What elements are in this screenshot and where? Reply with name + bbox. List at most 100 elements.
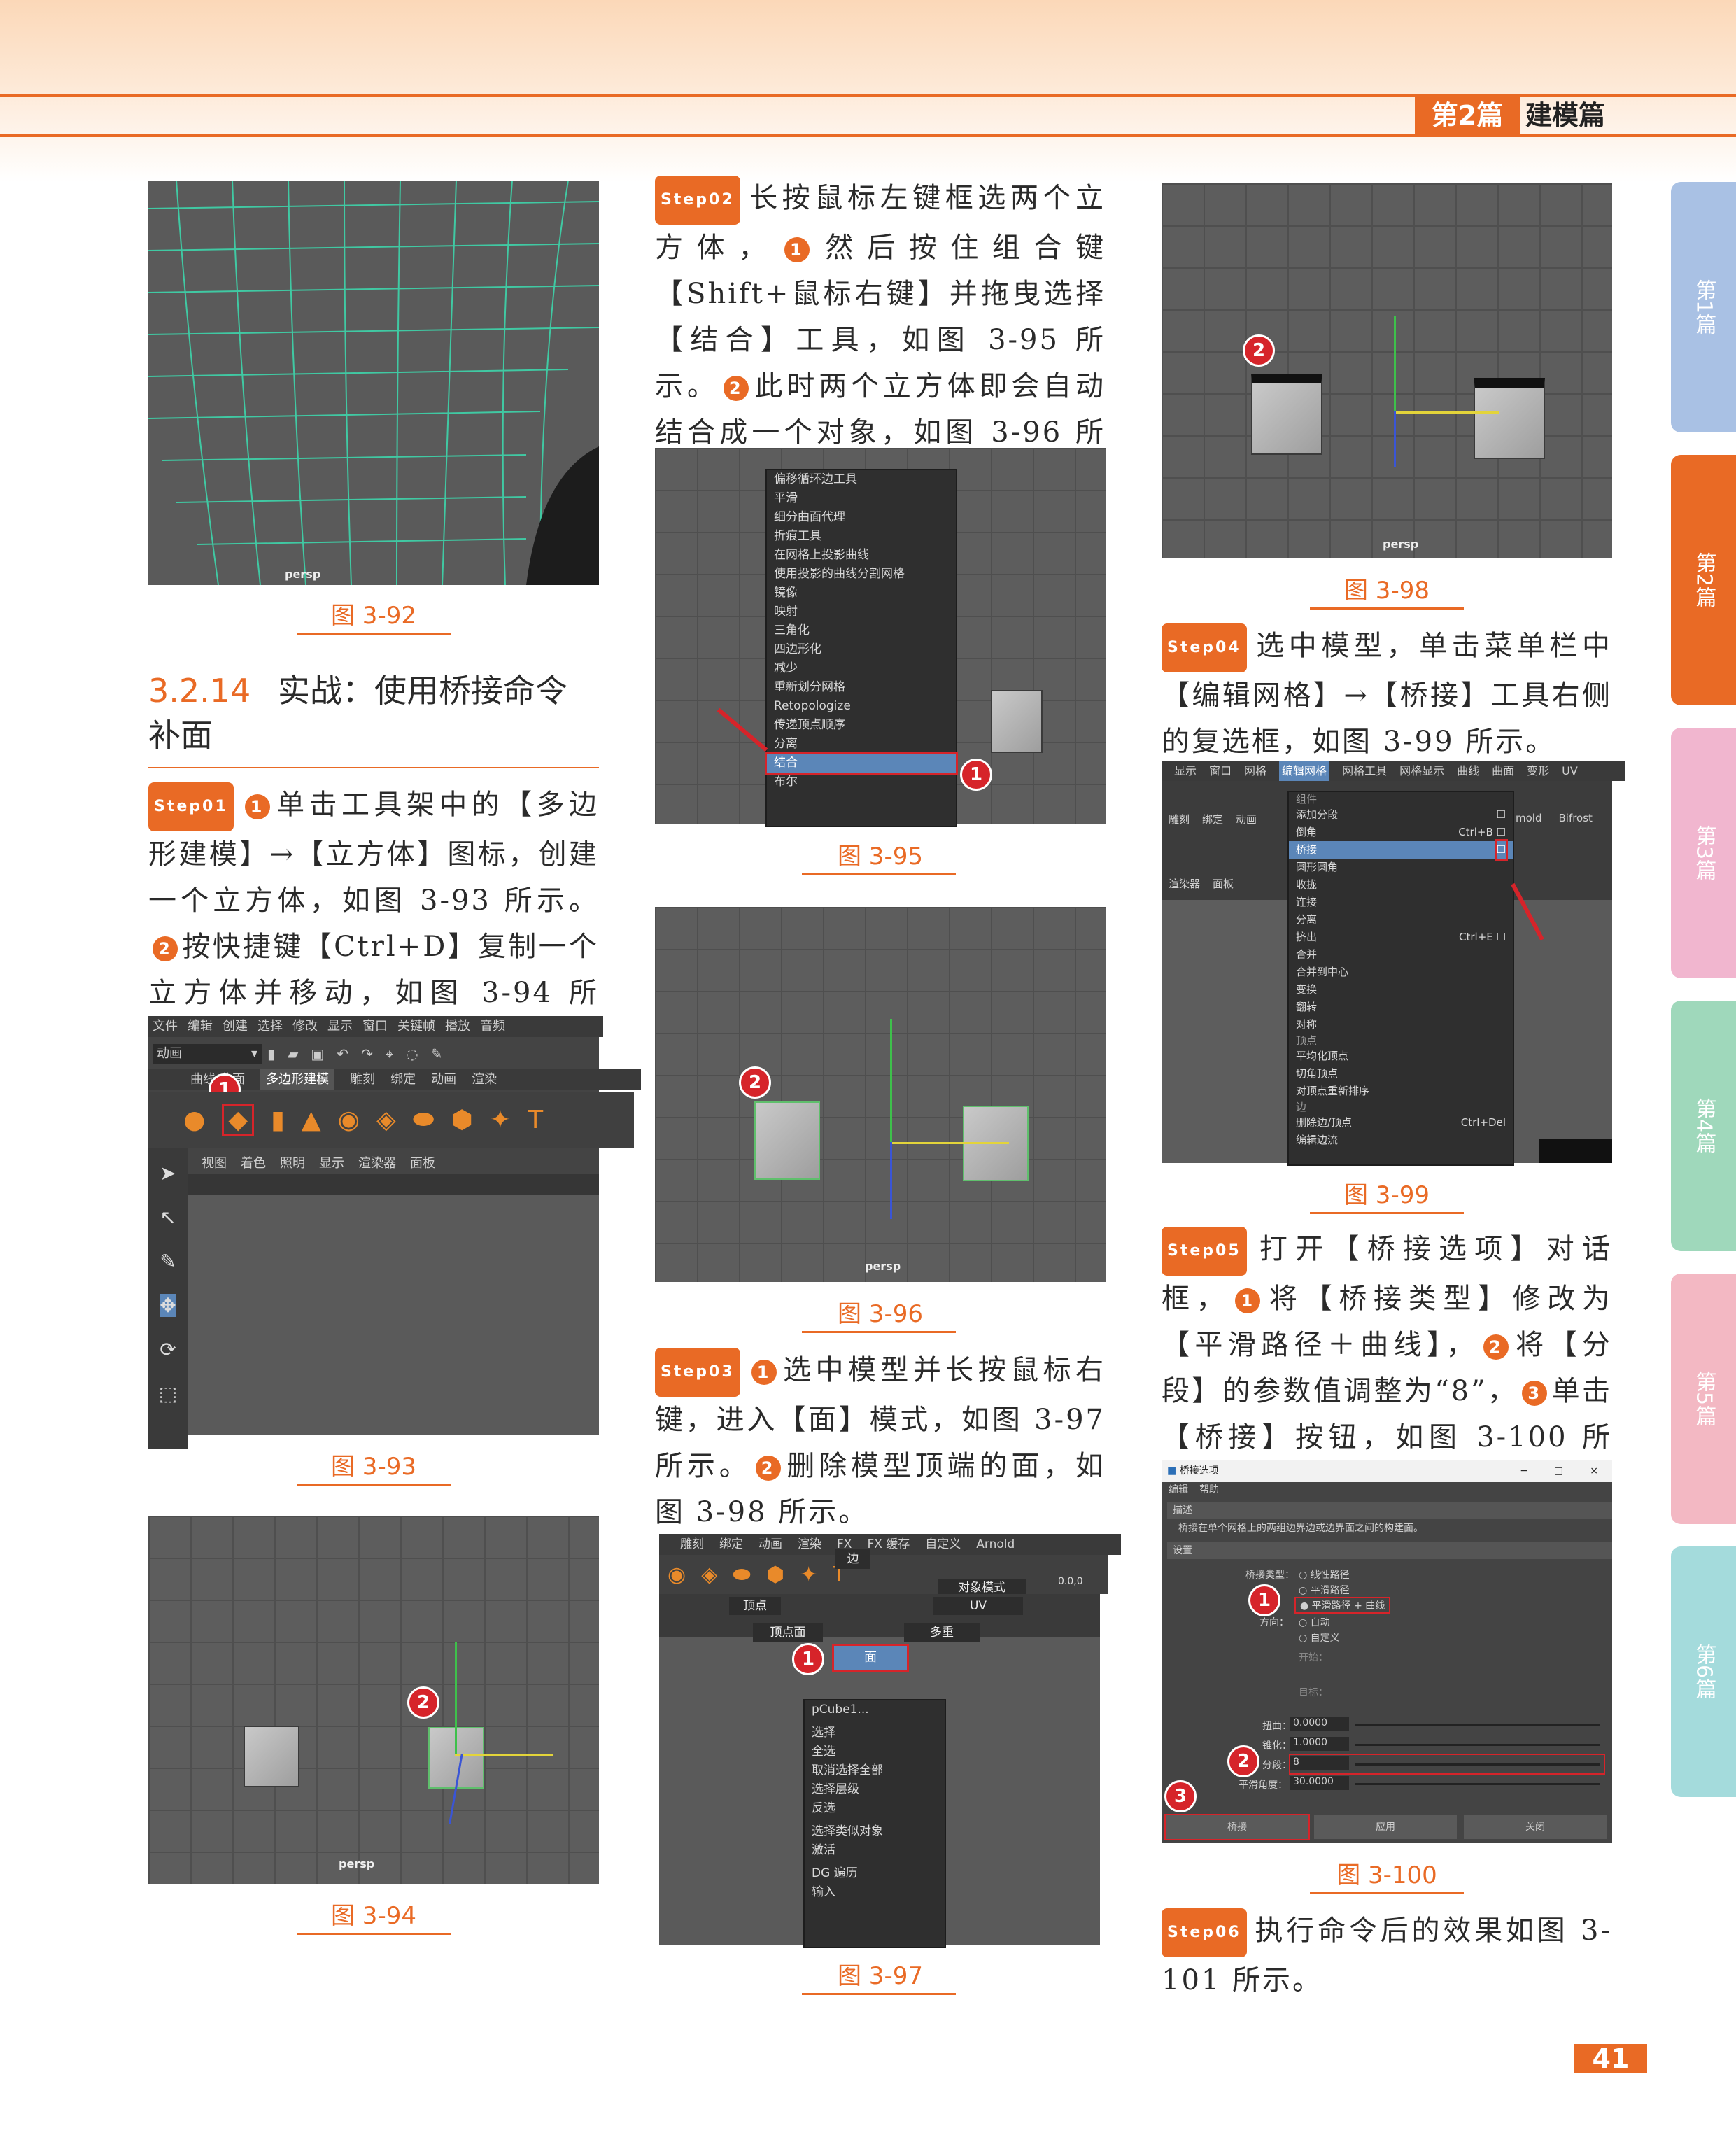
- menu-item[interactable]: UV: [1562, 761, 1578, 781]
- marking-vertex[interactable]: 顶点: [729, 1597, 781, 1615]
- shelf-tab[interactable]: 雕刻: [680, 1534, 704, 1555]
- menu-item[interactable]: 输入: [805, 1883, 945, 1902]
- smoothing-angle-slider[interactable]: [1355, 1783, 1600, 1785]
- radio-linear[interactable]: ○ 线性路径: [1299, 1567, 1350, 1581]
- panel-menu-item[interactable]: 渲染器: [1169, 876, 1200, 891]
- shelf-tab[interactable]: Arnold: [976, 1534, 1015, 1555]
- taper-field[interactable]: 1.0000: [1290, 1737, 1349, 1751]
- menu-item[interactable]: 布尔: [767, 773, 956, 791]
- side-tab-4[interactable]: 第4篇: [1671, 1001, 1736, 1251]
- menu-item[interactable]: 细分曲面代理: [767, 508, 956, 527]
- menu-item[interactable]: 重新划分网格: [767, 678, 956, 697]
- menu-item[interactable]: 取消选择全部: [805, 1761, 945, 1780]
- menu-item[interactable]: 删除边/顶点 Ctrl+Del: [1289, 1114, 1513, 1132]
- menu-item[interactable]: 分离: [1289, 911, 1513, 929]
- menu-item[interactable]: 选择层级: [805, 1780, 945, 1799]
- radio-smooth[interactable]: ○ 平滑路径: [1299, 1583, 1350, 1597]
- menu-item[interactable]: 合并: [1289, 946, 1513, 964]
- platonic-icon[interactable]: ⬢: [766, 1563, 784, 1587]
- menu-item[interactable]: 变形: [1527, 761, 1549, 781]
- menu-item[interactable]: 四边形化: [767, 640, 956, 659]
- shelf-tab[interactable]: 渲染: [472, 1069, 497, 1090]
- menu-item[interactable]: 网格显示: [1399, 761, 1444, 781]
- menu-item[interactable]: 窗口: [362, 1016, 388, 1037]
- menu-item[interactable]: 播放: [445, 1016, 470, 1037]
- menu-item[interactable]: DG 遍历: [805, 1864, 945, 1883]
- option-box[interactable]: ☐: [1497, 806, 1506, 824]
- cube-icon[interactable]: ◆: [222, 1103, 255, 1136]
- bridge-button[interactable]: 桥接: [1164, 1814, 1310, 1840]
- menu-item[interactable]: 帮助: [1199, 1482, 1219, 1498]
- shelf-tab[interactable]: 渲染: [798, 1534, 821, 1555]
- scale-tool-icon[interactable]: ⬚: [159, 1382, 177, 1405]
- menu-item[interactable]: 关键帧: [397, 1016, 435, 1037]
- star-icon[interactable]: ✦: [490, 1106, 511, 1134]
- panel-menu-item[interactable]: 渲染器: [358, 1153, 396, 1174]
- marking-vertex-face[interactable]: 顶点面: [753, 1623, 823, 1642]
- menu-item[interactable]: 三角化: [767, 621, 956, 640]
- menu-item[interactable]: 添加分段 ☐: [1289, 806, 1513, 824]
- sphere-icon[interactable]: ●: [183, 1106, 205, 1134]
- shelf-tab[interactable]: 自定义: [925, 1534, 961, 1555]
- close-button[interactable]: ×: [1590, 1460, 1598, 1482]
- star-icon[interactable]: ✦: [800, 1563, 817, 1587]
- panel-menu-item[interactable]: 面板: [410, 1153, 435, 1174]
- text-icon[interactable]: T: [528, 1106, 543, 1134]
- taper-slider[interactable]: [1355, 1744, 1600, 1746]
- rotate-tool-icon[interactable]: ⟳: [160, 1338, 176, 1361]
- menu-item[interactable]: 连接: [1289, 894, 1513, 911]
- apply-button[interactable]: 应用: [1314, 1815, 1457, 1839]
- mode-dropdown[interactable]: 动画 ▾: [153, 1044, 262, 1064]
- side-tab-1[interactable]: 第1篇: [1671, 182, 1736, 432]
- torus-icon[interactable]: ◉: [668, 1563, 686, 1587]
- menu-item-combine[interactable]: 结合: [765, 752, 958, 775]
- menu-item[interactable]: 音频: [480, 1016, 505, 1037]
- lasso-icon[interactable]: ◌: [406, 1045, 418, 1062]
- menu-item[interactable]: 全选: [805, 1742, 945, 1761]
- menu-item[interactable]: 切角顶点: [1289, 1065, 1513, 1083]
- menu-item[interactable]: 翻转: [1289, 999, 1513, 1016]
- shelf-tab[interactable]: FX 缓存: [867, 1534, 910, 1555]
- open-folder-icon[interactable]: ▰: [288, 1045, 298, 1062]
- menu-item[interactable]: 网格工具: [1342, 761, 1387, 781]
- cone-icon[interactable]: ▲: [302, 1106, 321, 1134]
- menu-item[interactable]: 圆形圆角: [1289, 859, 1513, 876]
- menu-item[interactable]: 选择: [805, 1724, 945, 1742]
- radio-auto[interactable]: ○ 自动: [1299, 1615, 1330, 1629]
- menu-item[interactable]: 挤出 Ctrl+E ☐: [1289, 929, 1513, 946]
- menu-item[interactable]: 曲面: [1492, 761, 1514, 781]
- menu-item[interactable]: 分离: [767, 735, 956, 754]
- menu-item[interactable]: 倒角 Ctrl+B ☐: [1289, 824, 1513, 841]
- menu-item[interactable]: 减少: [767, 659, 956, 678]
- description-header[interactable]: 描述: [1167, 1502, 1612, 1519]
- menu-item-edit-mesh[interactable]: 编辑网格: [1279, 761, 1330, 781]
- menu-item[interactable]: Retopologize: [767, 697, 956, 716]
- menu-item[interactable]: 编辑: [1169, 1482, 1188, 1498]
- paint-tool-icon[interactable]: ✎: [160, 1250, 176, 1273]
- menu-item[interactable]: 在网格上投影曲线: [767, 546, 956, 565]
- radio-custom[interactable]: ○ 自定义: [1299, 1630, 1340, 1644]
- twist-slider[interactable]: [1355, 1724, 1600, 1726]
- panel-menu-item[interactable]: 显示: [319, 1153, 344, 1174]
- menu-item[interactable]: 选择: [257, 1016, 283, 1037]
- plane-icon[interactable]: ◈: [701, 1563, 717, 1587]
- divisions-slider[interactable]: [1355, 1763, 1600, 1766]
- cylinder-icon[interactable]: ▮: [271, 1106, 285, 1134]
- viewport[interactable]: [1162, 900, 1287, 1163]
- bridge-option-box[interactable]: ☐: [1494, 839, 1509, 861]
- shelf-tab[interactable]: 绑定: [390, 1069, 416, 1090]
- menu-item[interactable]: 变换: [1289, 981, 1513, 999]
- settings-header[interactable]: 设置: [1167, 1542, 1612, 1559]
- side-tab-2[interactable]: 第2篇: [1671, 455, 1736, 705]
- shelf-tab[interactable]: 绑定: [719, 1534, 743, 1555]
- menu-item[interactable]: 窗口: [1209, 761, 1232, 781]
- shelf-tab-poly-modeling[interactable]: 多边形建模: [260, 1069, 335, 1090]
- panel-menu-item[interactable]: 着色: [241, 1153, 266, 1174]
- side-tab-5[interactable]: 第5篇: [1671, 1274, 1736, 1524]
- menu-item[interactable]: 镜像: [767, 584, 956, 603]
- menu-item[interactable]: 激活: [805, 1841, 945, 1860]
- radio-smooth-curve[interactable]: ● 平滑路径 + 曲线: [1294, 1597, 1391, 1614]
- marking-edge[interactable]: 边: [835, 1549, 870, 1569]
- shelf-tab[interactable]: 动画: [758, 1534, 782, 1555]
- menu-item[interactable]: 传递顶点顺序: [767, 716, 956, 735]
